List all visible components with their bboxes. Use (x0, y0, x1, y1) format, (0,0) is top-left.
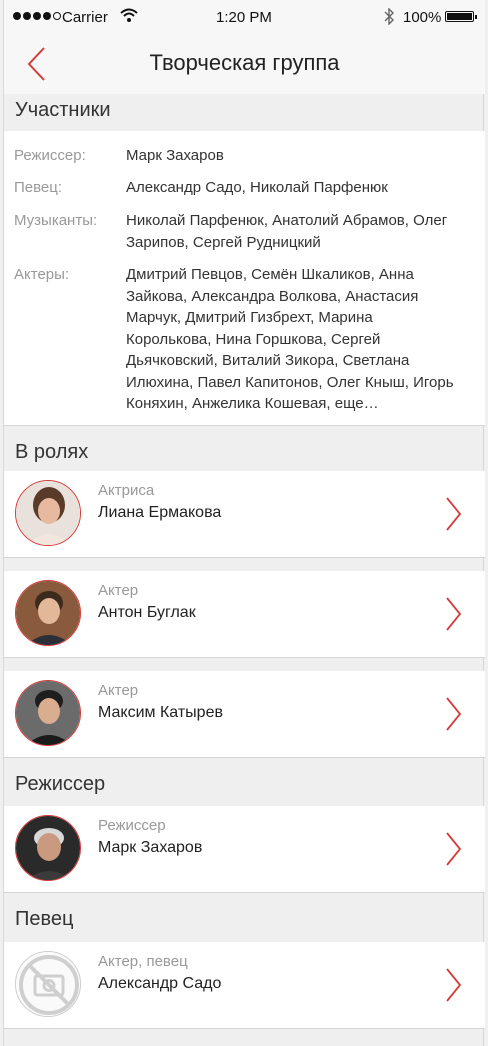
clock: 1:20 PM (216, 9, 272, 26)
info-key: Актеры: (14, 266, 70, 283)
info-key: Режиссер: (14, 147, 86, 164)
person-role: Актриса (98, 482, 155, 499)
bluetooth-icon (384, 8, 394, 25)
person-row[interactable]: Режиссер Марк Захаров (4, 806, 485, 893)
battery-percent: 100% (403, 9, 442, 26)
person-row[interactable]: Актер Максим Катырев (4, 671, 485, 758)
chevron-right-icon (446, 497, 462, 531)
info-value: Марк Захаров (126, 147, 224, 164)
page-title: Творческая группа (149, 50, 340, 75)
person-row[interactable]: Актер, певец Александр Садо (4, 942, 485, 1029)
info-value: Николай Парфенюк, Анатолий Абрамов, Олег… (126, 212, 448, 251)
person-role: Режиссер (98, 817, 166, 834)
carrier-label: Carrier (62, 9, 108, 26)
person-name: Александр Садо (98, 975, 222, 992)
avatar (15, 480, 81, 546)
app-frame: Carrier 1:20 PM 100% Творческая группа У… (3, 0, 485, 1046)
person-name: Лиана Ермакова (98, 504, 222, 521)
info-value[interactable]: Дмитрий Певцов, Семён Шкаликов, Анна Зай… (126, 264, 456, 415)
section-header-director: Режиссер (15, 773, 106, 795)
person-name: Антон Буглак (98, 604, 196, 621)
avatar (15, 680, 81, 746)
battery-icon (445, 11, 477, 22)
person-role: Актер, певец (98, 953, 188, 970)
info-key: Певец: (14, 179, 63, 196)
info-key: Музыканты: (14, 212, 98, 229)
section-header-roles: В ролях (15, 441, 89, 463)
avatar (15, 580, 81, 646)
chevron-right-icon (446, 597, 462, 631)
avatar-placeholder (15, 951, 81, 1017)
avatar (15, 815, 81, 881)
person-row[interactable]: Актриса Лиана Ермакова (4, 471, 485, 558)
status-bar: Carrier 1:20 PM 100% (4, 0, 485, 34)
chevron-right-icon (446, 832, 462, 866)
chevron-right-icon (446, 697, 462, 731)
info-value: Александр Садо, Николай Парфенюк (126, 179, 388, 196)
person-role: Актер (98, 682, 139, 699)
section-header-singer: Певец (15, 908, 74, 930)
wifi-icon (120, 8, 138, 22)
members-card: Режиссер: Марк Захаров Певец: Александр … (4, 131, 485, 426)
person-row[interactable]: Актер Антон Буглак (4, 571, 485, 658)
chevron-right-icon (446, 968, 462, 1002)
signal-strength-icon (13, 12, 61, 20)
person-name: Максим Катырев (98, 704, 223, 721)
section-header-members: Участники (15, 99, 111, 121)
no-photo-icon (16, 952, 80, 1016)
person-name: Марк Захаров (98, 839, 203, 856)
nav-bar: Творческая группа (4, 34, 485, 94)
person-role: Актер (98, 582, 139, 599)
